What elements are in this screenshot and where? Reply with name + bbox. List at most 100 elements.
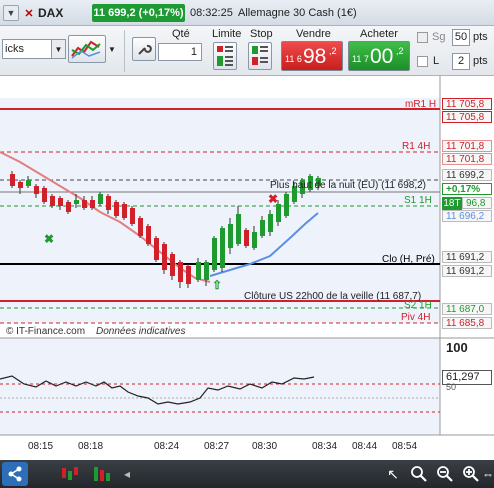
time-label: 08:34 [312,441,337,452]
indicator-chart-icon [71,40,101,59]
price-label-piv: 11 685,8 [442,317,492,329]
candles-icon[interactable] [58,464,82,484]
watermark: © IT-Finance.com [6,326,85,337]
time-label: 08:54 [392,441,417,452]
sell-price-small: 11 6 [285,54,302,64]
oscillator-panel-bg [0,338,440,435]
last-quote-badge: 11 699,2 (+0,17%) [92,4,185,22]
bottom-toolbar: ◂ ↖ ⇔ [0,460,494,488]
bull-candle [260,220,265,236]
bear-candle [130,208,135,224]
instrument-code: DAX [38,6,64,20]
s1-1h-label: S1 1H [404,195,432,206]
night-high-label: Plus haut de la nuit (EU) (11 698,2) [270,180,426,191]
bull-candle [204,262,209,280]
scroll-right-icon[interactable]: ⇔ [482,464,494,484]
bull-candle [212,238,217,270]
time-label: 08:27 [204,441,229,452]
quote-time: 08:32:25 [190,7,233,19]
stop-order-icon [252,46,268,65]
buy-price-big: 00 [370,45,394,68]
chevron-down-icon: ▼ [51,40,65,58]
bear-candle [90,200,95,208]
bull-candle [26,180,31,186]
bear-candle [122,204,127,218]
disclaimer: Données indicatives [96,326,186,337]
bear-candle [34,186,39,194]
time-label: 08:18 [78,441,103,452]
l-input[interactable]: 2 [452,53,470,70]
stop-label: Stop [250,28,273,40]
bear-candle [66,202,71,212]
osc-axis-mid: 50 [446,382,457,392]
stop-guaranteed-checkbox[interactable] [417,32,428,43]
bear-candle [186,266,191,284]
limit-order-button[interactable] [213,42,237,70]
us-close-label: Clôture US 22h00 de la veille (11 687,7) [244,291,421,302]
bear-candle [170,254,175,276]
bull-candle [220,228,225,268]
qty-input[interactable]: 1 [158,43,202,61]
bear-candle [82,200,87,208]
price-label-night-high: 11 699,2 [442,169,492,181]
up-arrow-icon: ⇧ [212,278,222,292]
sg-value: 50 [454,31,468,43]
buy-button[interactable]: 11 7 00 ,2 [348,41,410,71]
clo-label: Clo (H, Pré) [382,254,435,265]
bull-candle [268,214,273,232]
price-label-clo-b: 11 691,2 [442,265,492,277]
change-percent-label: +0,17% [442,183,492,195]
sell-button[interactable]: 11 6 98 ,2 [281,41,343,71]
piv-4h-label: Piv 4H [401,312,430,323]
bear-candle [146,226,151,244]
bear-candle [106,196,111,210]
share-icon[interactable] [2,462,28,486]
sg-input[interactable]: 50 [452,29,470,46]
bear-candle [114,202,119,216]
stop-order-button[interactable] [248,42,272,70]
bear-candle [178,262,183,282]
bull-candle [228,224,233,248]
time-label: 08:24 [154,441,179,452]
price-chart[interactable]: ✖ ✖ ⇧ mR1 H R1 4H Plus haut de la nuit (… [0,76,494,460]
zoom-in-icon[interactable] [460,464,482,484]
price-label-r1b: 11 701,8 [442,153,492,165]
bull-candle [276,204,281,222]
collapse-left-icon[interactable]: ◂ [120,466,134,482]
instrument-menu-button[interactable]: ▼ [3,5,19,21]
time-label: 08:44 [352,441,377,452]
limit-checkbox[interactable] [417,56,428,67]
time-axis: 08:15 08:18 08:24 08:27 08:30 08:34 08:44 08:54 [28,441,417,452]
interval-value: icks [5,43,24,55]
interval-select[interactable]: icks ▼ [2,39,66,59]
bear-candle [154,238,159,260]
price-label-s2: 11 687,0 [442,303,492,315]
bull-candle [74,200,79,204]
sell-signal-cross-icon: ✖ [268,192,278,206]
buy-price-sup: ,2 [396,46,404,56]
last-quote-text: 11 699,2 (+0,17%) [93,7,184,19]
bear-candle [42,188,47,202]
s2-1h-label: S2 1H [404,300,432,311]
bars-icon[interactable] [90,464,114,484]
zoom-fit-icon[interactable] [408,464,430,484]
price-label-r1: 11 701,8 [442,140,492,152]
wrench-settings-button[interactable] [132,37,156,61]
l-label: L [433,55,440,67]
indicators-dropdown-chevron-icon[interactable]: ▼ [106,42,118,56]
chart-area[interactable]: ✖ ✖ ⇧ mR1 H R1 4H Plus haut de la nuit (… [0,76,494,460]
zoom-out-icon[interactable] [434,464,456,484]
bull-candle [252,232,257,248]
indicators-button[interactable] [68,35,106,63]
limit-label: Limite [212,28,242,40]
tick-count-badge: 18T [442,197,462,210]
close-icon[interactable]: ✕ [22,5,36,21]
bear-candle [58,198,63,206]
l-unit: pts [473,55,488,67]
sell-price-big: 98 [303,45,327,68]
cursor-icon[interactable]: ↖ [382,464,404,484]
bear-candle [244,230,249,246]
price-label-s1: 96,8 [462,197,492,209]
bear-candle [162,244,167,270]
qty-value: 1 [190,46,197,58]
